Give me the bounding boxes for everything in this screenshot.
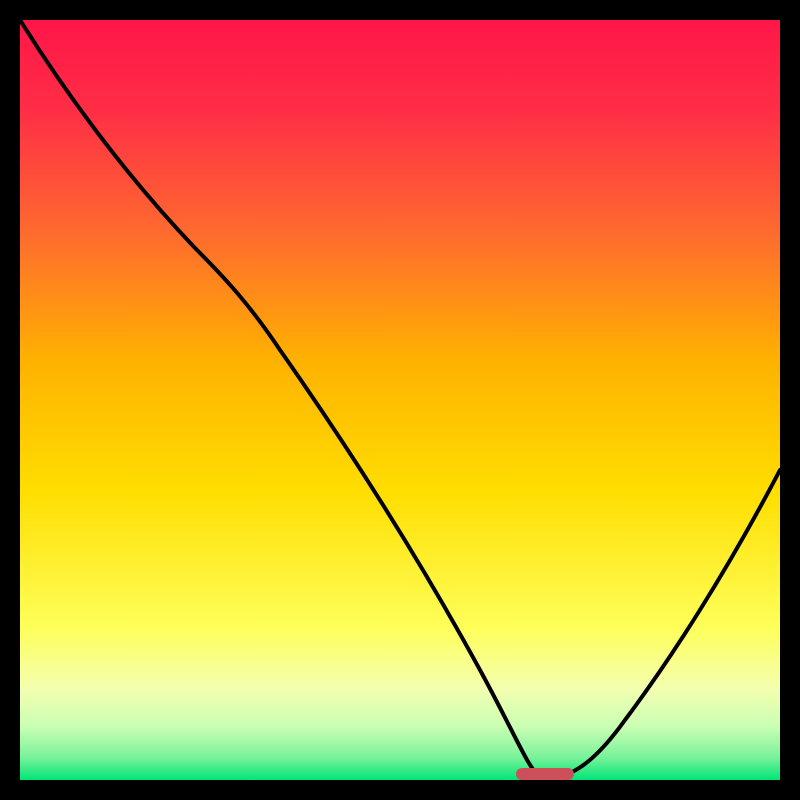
optimal-marker xyxy=(516,768,574,780)
chart-frame: TheBottleneck.com xyxy=(20,20,780,780)
bottleneck-chart xyxy=(20,20,780,780)
gradient-background xyxy=(20,20,780,780)
